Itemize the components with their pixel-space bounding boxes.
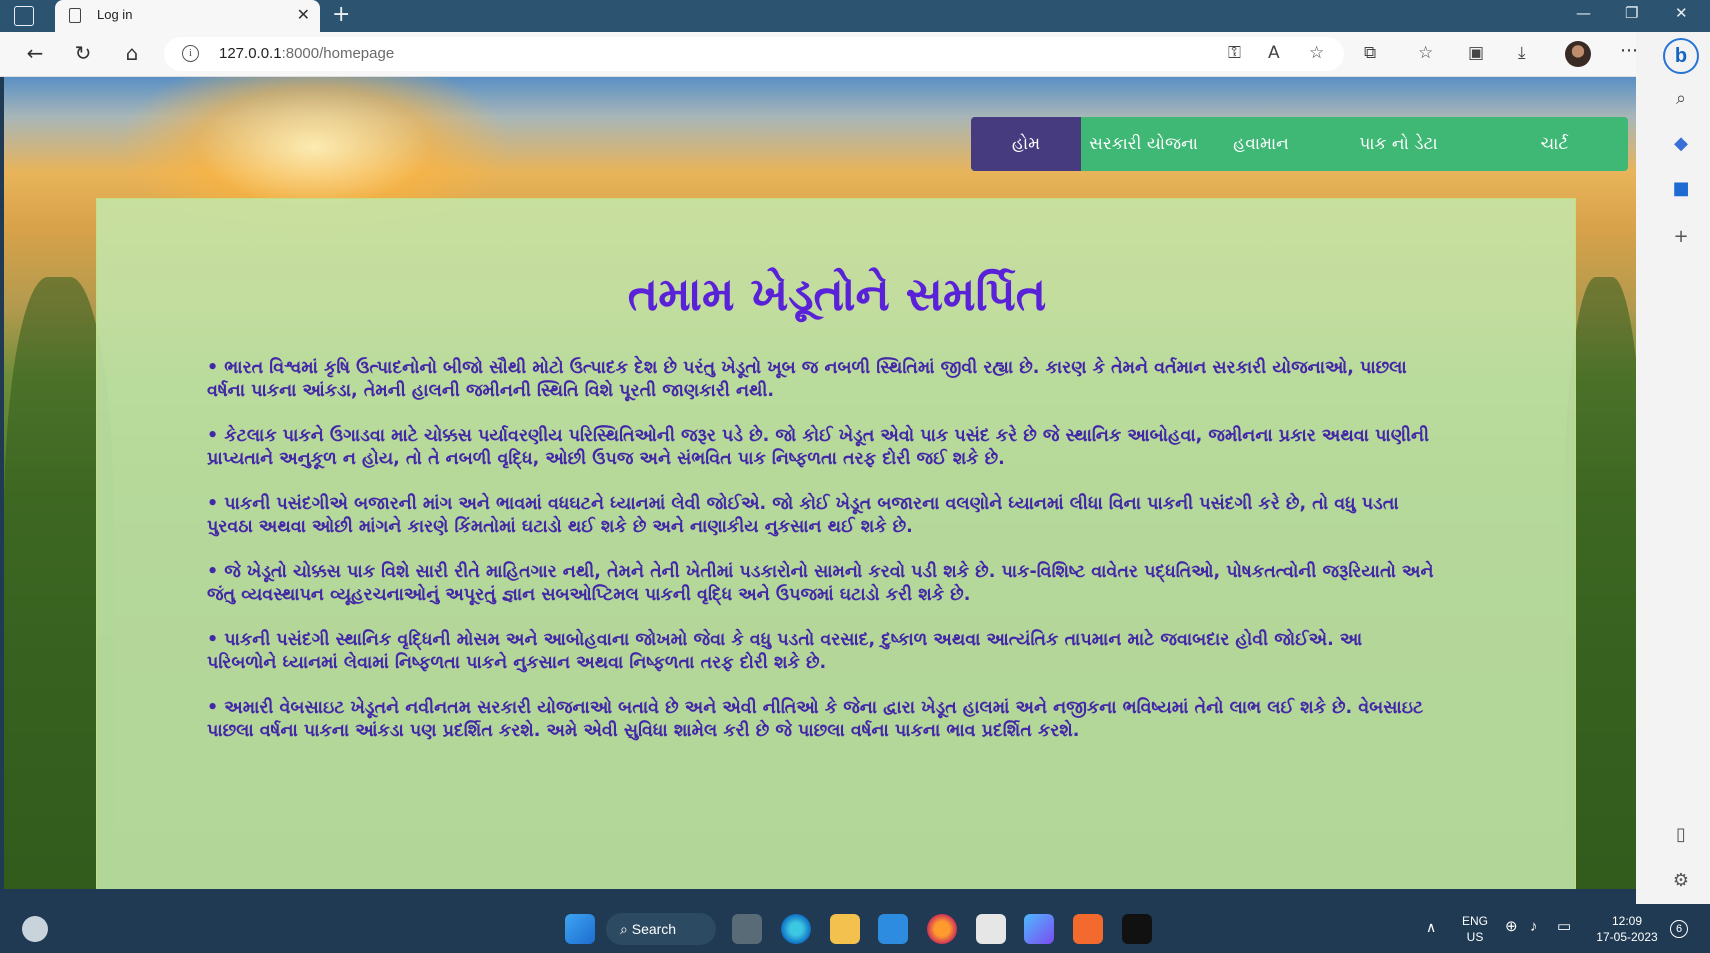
content-card: તમામ ખેડૂતોને સમર્પિત ભારત વિશ્વમાં કૃષિ… [96,198,1576,889]
edge-icon[interactable] [781,914,811,944]
clock[interactable]: 12:09 17-05-2023 [1592,913,1662,945]
favorite-add-icon[interactable]: ☆ [1309,43,1324,63]
page-title: તમામ ખેડૂતોને સમર્પિત [627,267,1047,321]
network-icon[interactable]: ⊕ [1505,919,1518,935]
sidebar-layout-icon[interactable]: ▯ [1669,824,1693,845]
plus-icon[interactable]: + [332,2,350,27]
minimize-icon[interactable]: — [1576,4,1591,22]
search-icon[interactable]: ⌕ [1669,88,1693,109]
close-window-icon[interactable]: ✕ [1675,4,1688,22]
edge-sidebar [1636,32,1710,904]
read-aloud-icon[interactable]: A [1268,43,1280,63]
back-icon[interactable]: ← [22,41,48,65]
list-item: પાકની પસંદગી સ્થાનિક વૃદ્ધિની મોસમ અને આ… [207,629,1437,675]
windows-icon[interactable] [565,914,595,944]
nav-item-crop-data[interactable]: પાક નો ડેટા [1316,117,1481,171]
taskbar-search[interactable]: ⌕ Search [606,913,716,945]
nav-item-chart[interactable]: ચાર્ટ [1481,117,1628,171]
taskbar: ⌕ Search ∧ ENG US ⊕ ♪ ▭ 12:09 17-05-2023 6 [0,905,1710,953]
url-text[interactable]: 127.0.0.1:8000/homepage [219,45,394,62]
bing-icon[interactable]: b [1663,38,1699,74]
tab-title: Log in [97,7,133,22]
list-item: પાકની પસંદગીએ બજારની માંગ અને ભાવમાં વધઘ… [207,493,1437,539]
list-item: અમારી વેબસાઇટ ખેડૂતને નવીનતમ સરકારી યોજન… [207,697,1437,743]
store-icon[interactable] [976,914,1006,944]
avatar[interactable] [1565,41,1591,67]
close-icon[interactable]: ✕ [297,5,310,24]
outlook-icon[interactable]: ■ [1669,178,1693,199]
favorites-icon[interactable]: ☆ [1418,43,1433,63]
vscode-icon[interactable] [1024,914,1054,944]
home-icon[interactable]: ⌂ [119,41,145,65]
page-icon [69,8,81,23]
task-view-icon[interactable] [732,914,762,944]
main-nav: હોમ સરકારી યોજના હવામાન પાક નો ડેટા ચાર્… [971,117,1628,171]
battery-icon[interactable]: ▭ [1557,919,1571,935]
extensions-icon[interactable]: ⧉ [1364,43,1376,63]
collections-icon[interactable]: ▣ [1468,43,1484,63]
restore-icon[interactable]: ❐ [1625,4,1638,22]
browser-tab[interactable]: Log in ✕ [55,0,320,32]
page-viewport: હોમ સરકારી યોજના હવામાન પાક નો ડેટા ચાર્… [4,77,1636,889]
settings-icon[interactable]: ⚙ [1669,870,1693,891]
info-icon[interactable]: i [182,45,199,62]
key-icon[interactable]: ⚿ [1228,43,1241,63]
weather-widget-icon[interactable] [22,916,48,942]
nav-item-home[interactable]: હોમ [971,117,1081,171]
terminal-icon[interactable] [1122,914,1152,944]
refresh-icon[interactable]: ↻ [70,41,96,65]
url-field[interactable]: i 127.0.0.1:8000/homepage [164,37,1344,71]
nav-item-government-schemes[interactable]: સરકારી યોજના [1081,117,1206,171]
list-item: જે ખેડૂતો ચોક્કસ પાક વિશે સારી રીતે માહિ… [207,561,1437,607]
tab-actions-icon[interactable] [14,6,34,26]
folder-icon[interactable] [830,914,860,944]
chevron-up-icon[interactable]: ∧ [1426,919,1436,935]
nav-item-weather[interactable]: હવામાન [1206,117,1316,171]
list-item: કેટલાક પાકને ઉગાડવા માટે ચોક્કસ પર્યાવરણ… [207,425,1437,471]
list-item: ભારત વિશ્વમાં કૃષિ ઉત્પાદનોનો બીજો સૌથી … [207,357,1437,403]
address-bar: ← ↻ ⌂ i 127.0.0.1:8000/homepage ⚿ A ☆ ⧉ … [0,32,1710,77]
tab-bar: Log in ✕ + — ❐ ✕ [0,0,1710,32]
volume-icon[interactable]: ♪ [1530,919,1538,935]
postman-icon[interactable] [1073,914,1103,944]
download-icon[interactable]: ⤓ [1518,43,1526,63]
copilot-icon[interactable]: ◆ [1669,133,1693,154]
plus-icon[interactable]: + [1669,226,1693,247]
info-list: ભારત વિશ્વમાં કૃષિ ઉત્પાદનોનો બીજો સૌથી … [207,357,1437,765]
language-indicator[interactable]: ENG US [1460,913,1490,945]
notification-badge[interactable]: 6 [1670,920,1688,938]
firefox-icon[interactable] [927,914,957,944]
mail-icon[interactable] [878,914,908,944]
